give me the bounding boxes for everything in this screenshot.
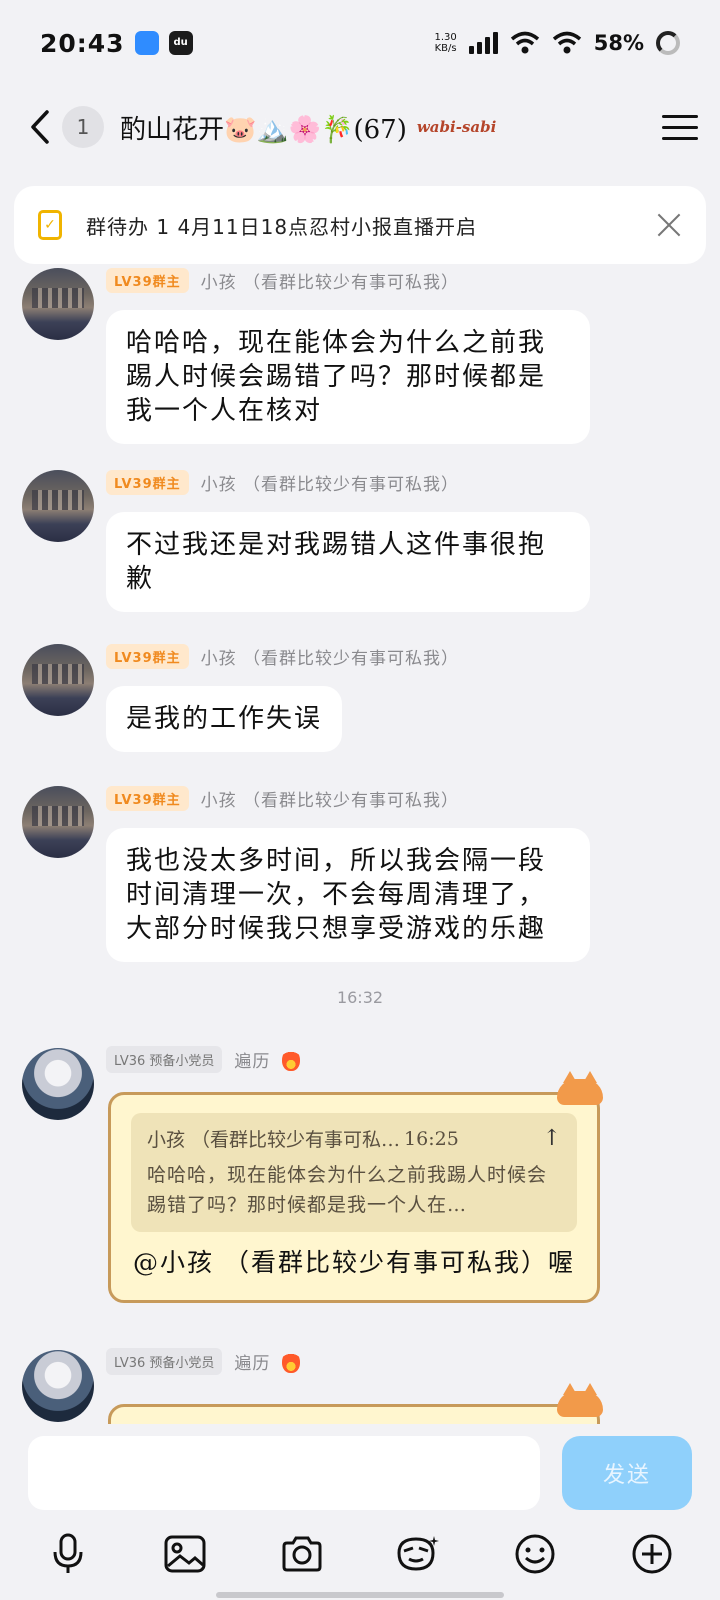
quote-text: 哈哈哈，现在能体会为什么之前我踢人时候会踢错了吗？那时候都是我一个人在…	[147, 1164, 548, 1216]
sticker-icon[interactable]	[388, 1524, 448, 1584]
owner-level-badge: LV39群主	[106, 470, 189, 495]
sender-nickname[interactable]: 遍历	[234, 1349, 270, 1374]
message-input[interactable]	[28, 1436, 540, 1510]
quote-sender: 小孩 （看群比较少有事可私…	[147, 1129, 401, 1151]
sender-nickname[interactable]: 小孩 （看群比较少有事可私我）	[201, 268, 459, 293]
group-todo-banner[interactable]: ✓ 群待办 1 4月11日18点忍村小报直播开启	[14, 186, 706, 264]
du-app-icon: du	[168, 31, 193, 55]
sender-nickname[interactable]: 遍历	[234, 1047, 270, 1072]
avatar[interactable]	[22, 1350, 94, 1422]
send-button[interactable]: 发送	[562, 1436, 692, 1510]
avatar[interactable]	[22, 644, 94, 716]
todo-check-icon: ✓	[38, 210, 62, 240]
avatar[interactable]	[22, 786, 94, 858]
quoted-message[interactable]: 小孩 （看群比较少有事可私… 16:25 ↑ 哈哈哈，现在能体会为什么之前我踢人…	[131, 1113, 577, 1232]
owner-level-badge: LV39群主	[106, 786, 189, 811]
mic-icon[interactable]	[38, 1524, 98, 1584]
app-notification-icon	[134, 31, 159, 55]
quote-header: 小孩 （看群比较少有事可私… 16:25 ↑	[147, 1125, 561, 1152]
avatar[interactable]	[22, 1048, 94, 1120]
jump-to-quote-icon[interactable]: ↑	[543, 1126, 561, 1151]
sender-nickname[interactable]: 小孩 （看群比较少有事可私我）	[201, 786, 459, 811]
message-bubble[interactable]: 我也没太多时间，所以我会隔一段时间清理一次，不会每周清理了，大部分时候我只想享受…	[106, 828, 590, 962]
status-time: 20:43	[40, 28, 125, 58]
network-speed: 1.30 KB/s	[434, 32, 456, 54]
message-list[interactable]: LV39群主 小孩 （看群比较少有事可私我） 哈哈哈，现在能体会为什么之前我踢人…	[0, 264, 720, 1424]
cellular-signal-icon	[468, 32, 498, 54]
chat-header: 1 酌山花开🐷🏔️🌸🎋(67) wabi-sabi	[0, 92, 720, 162]
group-tag: wabi-sabi	[416, 118, 497, 136]
member-level-badge: LV36 预备小党员	[106, 1046, 223, 1073]
network-speed-unit: KB/s	[434, 43, 457, 54]
camera-icon[interactable]	[272, 1524, 332, 1584]
status-bar: 20:43 du 1.30 KB/s 58%	[0, 0, 720, 86]
quote-time: 16:25	[404, 1127, 459, 1150]
reply-message-bubble[interactable]: 小孩 （看群比较少有事可私… 16:25 ↑ 哈哈哈，现在能体会为什么之前我踢人…	[108, 1071, 603, 1303]
time-divider: 16:32	[336, 988, 384, 1007]
input-area: 发送	[0, 1424, 720, 1600]
sender-meta: LV39群主 小孩 （看群比较少有事可私我）	[106, 644, 459, 669]
cat-decoration-icon	[557, 1071, 603, 1105]
wifi-icon	[510, 31, 539, 54]
member-level-badge: LV36 预备小党员	[106, 1348, 223, 1375]
plus-icon[interactable]	[622, 1524, 682, 1584]
sender-meta: LV39群主 小孩 （看群比较少有事可私我）	[106, 268, 459, 293]
sender-meta: LV36 预备小党员 遍历	[106, 1348, 301, 1375]
sender-meta: LV39群主 小孩 （看群比较少有事可私我）	[106, 786, 459, 811]
owner-level-badge: LV39群主	[106, 644, 189, 669]
sender-nickname[interactable]: 小孩 （看群比较少有事可私我）	[201, 470, 459, 495]
emoji-icon[interactable]	[505, 1524, 565, 1584]
home-indicator[interactable]	[216, 1592, 504, 1598]
image-icon[interactable]	[155, 1524, 215, 1584]
battery-icon	[656, 31, 680, 55]
close-icon[interactable]	[656, 212, 682, 238]
wifi-icon-2	[552, 31, 581, 54]
owner-level-badge: LV39群主	[106, 268, 189, 293]
input-toolbar	[0, 1524, 720, 1584]
todo-text: 群待办 1 4月11日18点忍村小报直播开启	[86, 214, 478, 239]
sender-meta: LV36 预备小党员 遍历	[106, 1046, 301, 1073]
back-button[interactable]	[22, 107, 58, 147]
unread-count-badge[interactable]: 1	[62, 106, 104, 148]
message-bubble[interactable]: 不过我还是对我踢错人这件事很抱歉	[106, 512, 590, 612]
group-title[interactable]: 酌山花开🐷🏔️🌸🎋(67)	[120, 109, 407, 146]
message-bubble[interactable]: 哈哈哈，现在能体会为什么之前我踢人时候会踢错了吗？那时候都是我一个人在核对	[106, 310, 590, 444]
network-speed-value: 1.30	[434, 32, 457, 43]
message-text: @小孩 （看群比较少有事可私我）喔	[133, 1248, 575, 1277]
chevron-left-icon	[31, 110, 49, 144]
message-bubble[interactable]: 是我的工作失误	[106, 686, 343, 752]
sender-meta: LV39群主 小孩 （看群比较少有事可私我）	[106, 470, 459, 495]
cat-decoration-icon	[557, 1383, 603, 1417]
status-indicators: 1.30 KB/s 58%	[434, 31, 680, 55]
reply-message-bubble[interactable]	[108, 1383, 603, 1424]
sender-nickname[interactable]: 小孩 （看群比较少有事可私我）	[201, 644, 459, 669]
avatar[interactable]	[22, 268, 94, 340]
fire-icon	[282, 1048, 301, 1071]
battery-level: 58%	[593, 31, 644, 55]
fire-icon	[282, 1350, 301, 1373]
avatar[interactable]	[22, 470, 94, 542]
menu-icon[interactable]	[662, 114, 698, 140]
